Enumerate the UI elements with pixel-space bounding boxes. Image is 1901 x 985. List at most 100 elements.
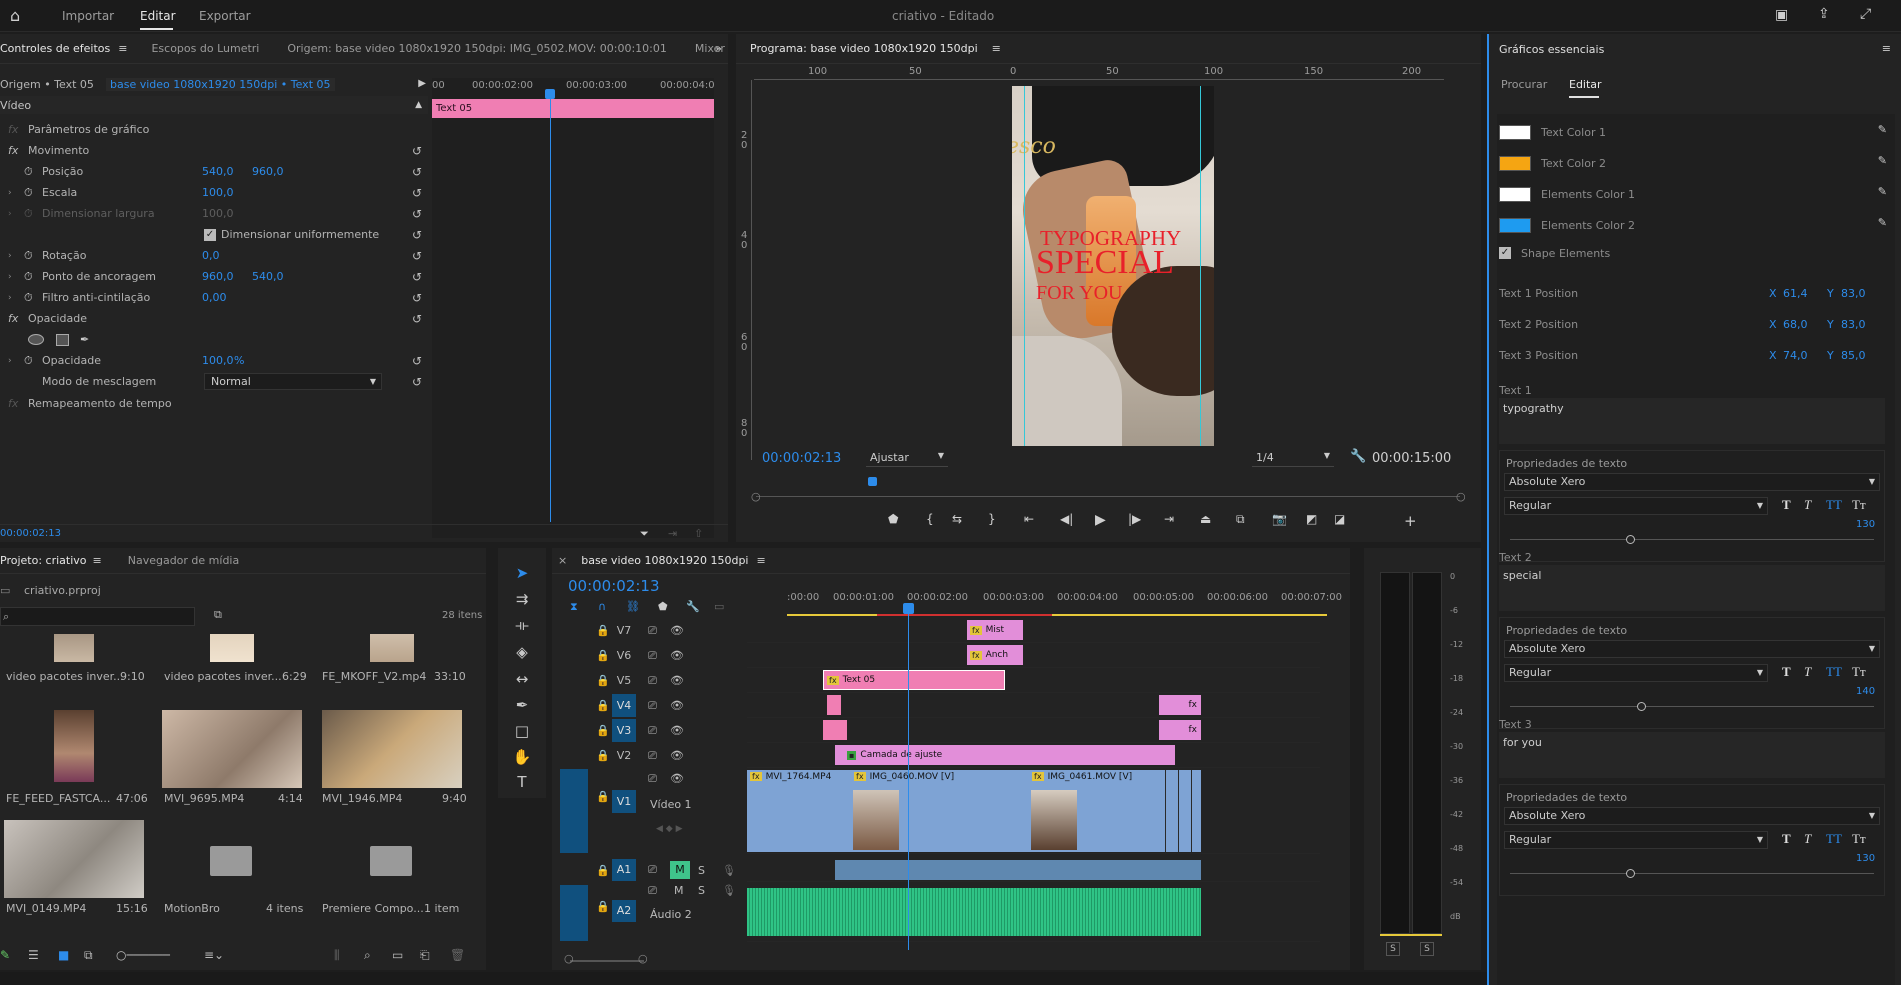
mini-playhead-head[interactable]	[545, 89, 555, 99]
scrub-start-handle[interactable]: ○	[751, 490, 761, 503]
tab-lumetri-scopes[interactable]: Escopos do Lumetri	[137, 42, 273, 55]
camera-icon[interactable]: 📷	[1272, 512, 1287, 526]
pen-tool-icon[interactable]: ✒	[510, 696, 534, 714]
pencil-icon[interactable]: ✎	[0, 948, 10, 962]
filter-icon[interactable]: ⏷	[640, 527, 649, 541]
tab-edit[interactable]: Editar	[1569, 78, 1602, 91]
all-caps-icon[interactable]: TT	[1826, 664, 1842, 680]
checkbox-icon[interactable]: ✓	[1499, 247, 1511, 259]
type-tool-icon[interactable]: T	[510, 773, 534, 791]
sync-lock-icon[interactable]: ⎚	[648, 649, 657, 663]
track-target-a2[interactable]	[560, 885, 588, 941]
sync-lock-icon[interactable]: ⎚	[648, 863, 657, 877]
font-dropdown[interactable]: Absolute Xero ▼	[1504, 807, 1880, 825]
track-target[interactable]: V4	[612, 694, 636, 717]
reset-icon[interactable]: ↺	[412, 144, 422, 158]
selection-tool-icon[interactable]: ➤	[510, 564, 534, 582]
opacity-value[interactable]: 100,0	[202, 354, 234, 367]
play-only-icon[interactable]: ▶	[418, 78, 426, 89]
clip-mist[interactable]: fx Mist	[967, 620, 1023, 640]
italic-icon[interactable]: T	[1804, 664, 1811, 680]
broadcast-icon[interactable]: ▣	[1775, 7, 1788, 23]
font-size-slider[interactable]	[1510, 539, 1874, 540]
project-item[interactable]: MVI_1946.MP4 9:40	[320, 710, 470, 810]
marker-icon[interactable]: ⬟	[888, 512, 898, 526]
solo-button[interactable]: S	[698, 884, 705, 897]
sync-lock-icon[interactable]: ⎚	[648, 884, 657, 898]
solo-right-button[interactable]: S	[1420, 942, 1434, 956]
new-item-icon[interactable]: ⎗	[420, 948, 430, 963]
clip-pink[interactable]	[823, 720, 847, 740]
fullscreen-icon[interactable]: ⤢	[1860, 6, 1871, 22]
style-dropdown[interactable]: Regular ▼	[1504, 664, 1768, 682]
scale-value[interactable]: 100,0	[202, 186, 234, 199]
blend-row[interactable]: Modo de mesclagem Normal ▼ ↺	[0, 371, 428, 392]
reset-icon[interactable]: ↺	[412, 249, 422, 263]
anchor-y-value[interactable]: 540,0	[252, 270, 284, 283]
track-target[interactable]: A2	[612, 900, 636, 922]
program-title[interactable]: Programa: base video 1080x1920 150dpi	[736, 42, 992, 55]
color-swatch[interactable]	[1499, 187, 1531, 202]
lock-icon[interactable]: 🔒	[596, 900, 610, 913]
find-icon[interactable]: ⌕	[364, 948, 371, 963]
mic-icon[interactable]: 🎙	[722, 884, 736, 897]
expand-icon[interactable]: ›	[8, 188, 12, 198]
sort-icon[interactable]: ≡⌄	[204, 948, 224, 962]
program-timecode[interactable]: 00:00:02:13	[762, 451, 841, 466]
mic-icon[interactable]: 🎙	[722, 864, 736, 877]
sync-lock-icon[interactable]: ⎚	[648, 772, 657, 786]
video-section-header[interactable]: Vídeo ▲	[0, 96, 428, 114]
flicker-row[interactable]: › ⏱ Filtro anti-cintilação 0,00 ↺	[0, 287, 428, 308]
mini-playhead[interactable]	[550, 92, 551, 522]
clip-mvi1764[interactable]: fx MVI_1764.MP4	[747, 770, 851, 852]
reset-icon[interactable]: ↺	[412, 312, 422, 326]
reset-icon[interactable]: ↺	[412, 228, 422, 242]
eyedropper-icon[interactable]: ✎	[1878, 123, 1887, 136]
tab-media-browser[interactable]: Navegador de mídia	[114, 554, 254, 567]
reset-icon[interactable]: ↺	[412, 207, 422, 221]
font-size-slider[interactable]	[1510, 706, 1874, 707]
track-target[interactable]: V5	[612, 674, 636, 687]
captions-icon[interactable]: ▭	[714, 600, 724, 613]
go-to-in-icon[interactable]: ⇤	[1024, 512, 1034, 526]
track-target[interactable]: V6	[612, 649, 636, 662]
lock-icon[interactable]: 🔒	[596, 649, 610, 662]
fit-dropdown[interactable]: Ajustar ▼	[866, 451, 948, 467]
small-caps-icon[interactable]: Tт	[1852, 831, 1866, 847]
rotation-row[interactable]: › ⏱ Rotação 0,0 ↺	[0, 245, 428, 266]
project-item[interactable]: video pacotes inver... 6:29	[160, 634, 310, 704]
stopwatch-icon[interactable]: ⏱	[24, 249, 33, 263]
new-search-bin-icon[interactable]: ⧉	[214, 608, 222, 622]
track-select-tool-icon[interactable]: ⇉	[510, 590, 534, 608]
track-target[interactable]: V2	[612, 749, 636, 762]
reset-icon[interactable]: ↺	[412, 375, 422, 389]
color-swatch[interactable]	[1499, 125, 1531, 140]
color-swatch[interactable]	[1499, 156, 1531, 171]
lock-icon[interactable]: 🔒	[596, 624, 610, 637]
small-caps-icon[interactable]: Tт	[1852, 497, 1866, 513]
eye-icon[interactable]: 👁	[670, 724, 684, 737]
stopwatch-icon[interactable]: ⏱	[24, 270, 33, 284]
project-item[interactable]: FE_FEED_FASTCA... 47:06	[0, 710, 150, 810]
text-input[interactable]: for you	[1499, 732, 1885, 778]
freeform-view-icon[interactable]: ⧉	[84, 948, 93, 963]
lock-icon[interactable]: 🔒	[596, 724, 610, 737]
lock-icon[interactable]: 🔒	[596, 749, 610, 762]
bold-icon[interactable]: T	[1782, 831, 1791, 847]
style-dropdown[interactable]: Regular ▼	[1504, 497, 1768, 515]
go-to-out-icon[interactable]: ⇥	[1164, 512, 1174, 526]
stopwatch-icon[interactable]: ⏱	[0, 165, 33, 179]
effects-timecode[interactable]: 00:00:02:13	[0, 528, 61, 539]
eye-icon[interactable]: 👁	[670, 749, 684, 762]
project-item[interactable]: video pacotes inver... 9:10	[0, 634, 150, 704]
scroll-handle-left[interactable]: ○	[564, 952, 574, 965]
stopwatch-icon[interactable]: ⏱	[24, 291, 33, 305]
font-size-slider[interactable]	[1510, 873, 1874, 874]
track-target[interactable]: A1	[612, 859, 636, 881]
tab-source[interactable]: Origem: base video 1080x1920 150dpi: IMG…	[273, 42, 681, 55]
sync-lock-icon[interactable]: ⎚	[648, 674, 657, 688]
expand-icon[interactable]: ›	[8, 251, 12, 261]
zoom-slider[interactable]: ○──────	[116, 948, 170, 962]
timeline-timecode[interactable]: 00:00:02:13	[568, 577, 660, 595]
ellipse-mask-icon[interactable]	[28, 334, 44, 345]
